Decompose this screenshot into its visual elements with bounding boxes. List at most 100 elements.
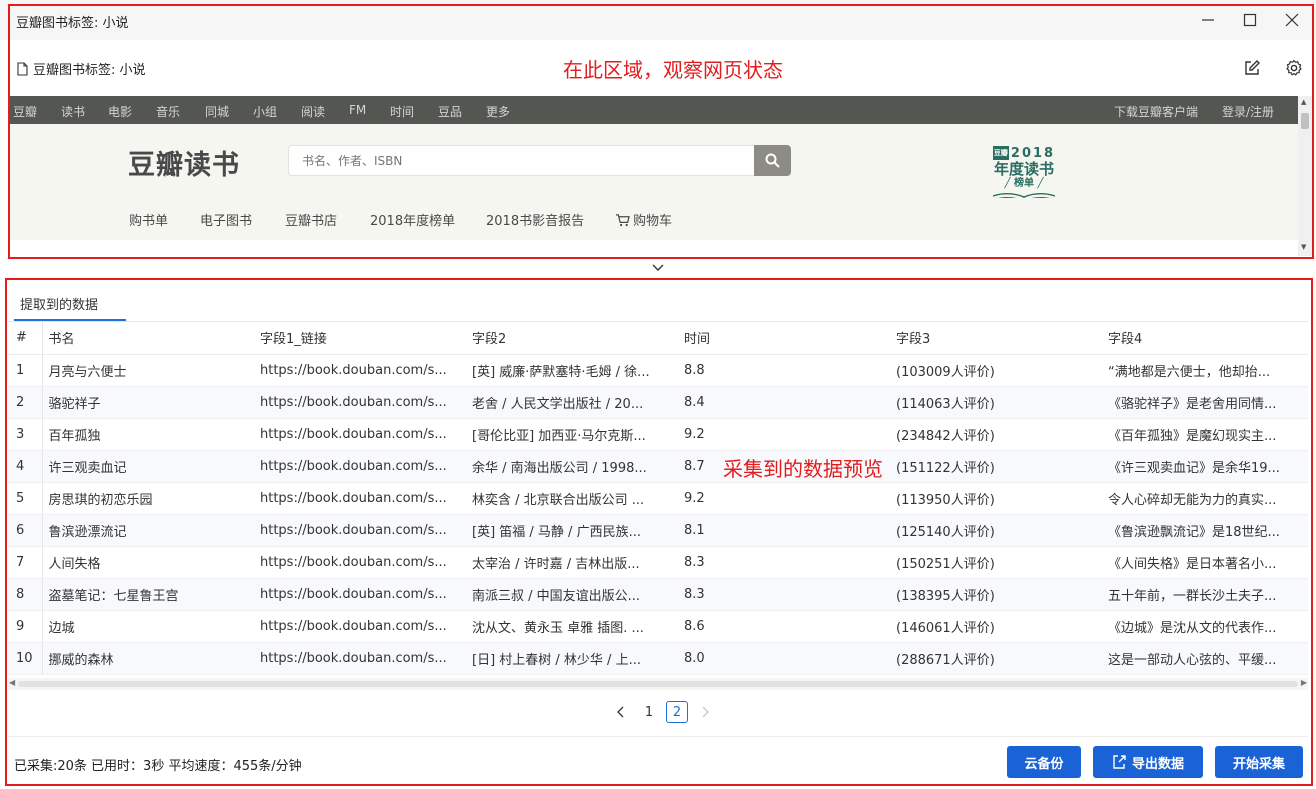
window-titlebar: 豆瓣图书标签: 小说 (0, 0, 1316, 40)
nav-link-time[interactable]: 时间 (390, 103, 414, 120)
cell-title: 房思琪的初恋乐园 (42, 482, 254, 515)
table-row[interactable]: 7 人间失格 https://book.douban.com/s... 太宰治 / 许… (8, 546, 1308, 579)
cell-link: https://book.douban.com/s... (254, 482, 466, 515)
cell-field3: (113950人评价) (890, 482, 1102, 515)
subnav-booklist[interactable]: 购书单 (129, 210, 168, 229)
maximize-button[interactable] (1235, 8, 1265, 32)
next-page-button[interactable] (694, 701, 716, 723)
column-header-field4[interactable]: 字段4 (1102, 322, 1308, 355)
subnav-2018-report[interactable]: 2018书影音报告 (486, 210, 584, 229)
cell-field3: (146061人评价) (890, 610, 1102, 643)
table-row[interactable]: 6 鲁滨逊漂流记 https://book.douban.com/s... [英] 笛… (8, 514, 1308, 547)
book-search-button[interactable] (754, 145, 791, 176)
export-data-button[interactable]: 导出数据 (1093, 746, 1203, 778)
cell-title: 鲁滨逊漂流记 (42, 514, 254, 547)
cell-field3: (114063人评价) (890, 386, 1102, 419)
cell-field4: 《骆驼祥子》是老舍用同情... (1102, 386, 1308, 419)
nav-link-group[interactable]: 小组 (253, 103, 277, 120)
column-header-title[interactable]: 书名 (42, 322, 254, 355)
cell-index: 2 (8, 386, 43, 419)
hscroll-thumb[interactable] (18, 681, 1298, 687)
pagination: 1 2 (610, 700, 716, 724)
cell-index: 6 (8, 514, 43, 547)
chevron-down-icon[interactable] (650, 262, 666, 274)
collection-status: 已采集:20条 已用时：3秒 平均速度：455条/分钟 (14, 759, 302, 774)
cell-title: 许三观卖血记 (42, 450, 254, 483)
nav-link-login[interactable]: 登录/注册 (1222, 103, 1274, 120)
start-collect-button[interactable]: 开始采集 (1215, 746, 1303, 778)
column-header-link[interactable]: 字段1_链接 (254, 322, 466, 355)
prev-page-button[interactable] (610, 701, 632, 723)
book-search-box (288, 145, 754, 176)
subnav-ebooks[interactable]: 电子图书 (200, 210, 252, 229)
douban-book-subnav: 购书单 电子图书 豆瓣书店 2018年度榜单 2018书影音报告 购物车 (8, 198, 1298, 240)
nav-link-douban[interactable]: 豆瓣 (13, 103, 37, 120)
nav-link-fm[interactable]: FM (349, 103, 366, 117)
page-button-1[interactable]: 1 (638, 701, 660, 723)
page-button-2[interactable]: 2 (666, 701, 688, 723)
cloud-backup-button[interactable]: 云备份 (1007, 746, 1081, 778)
table-horizontal-scrollbar[interactable]: ◀ ▶ (8, 678, 1308, 690)
subnav-cart[interactable]: 购物车 (615, 210, 672, 229)
cell-time: 8.4 (678, 386, 890, 419)
nav-link-music[interactable]: 音乐 (156, 103, 180, 120)
scroll-down-arrow[interactable]: ▼ (1301, 243, 1306, 251)
cell-title: 月亮与六便士 (42, 354, 254, 387)
nav-link-book[interactable]: 读书 (61, 103, 85, 120)
cell-field3: (150251人评价) (890, 546, 1102, 579)
table-row[interactable]: 10 挪威的森林 https://book.douban.com/s... [日] 村… (8, 642, 1308, 675)
search-icon (765, 153, 780, 168)
cell-time: 8.3 (678, 546, 890, 579)
cell-field3: (288671人评价) (890, 642, 1102, 675)
scroll-right-arrow[interactable]: ▶ (1301, 678, 1307, 687)
table-row[interactable]: 8 盗墓笔记：七星鲁王宫 https://book.douban.com/s... 南… (8, 578, 1308, 611)
settings-button[interactable] (1283, 57, 1305, 79)
book-search-input[interactable] (289, 146, 754, 175)
cell-field3: (151122人评价) (890, 450, 1102, 483)
douban-book-logo[interactable]: 豆瓣读书 (128, 143, 240, 182)
nav-link-goods[interactable]: 豆品 (438, 103, 462, 120)
subnav-2018-ranking[interactable]: 2018年度榜单 (370, 210, 455, 229)
cell-field3: (103009人评价) (890, 354, 1102, 387)
edit-button[interactable] (1241, 57, 1263, 79)
tab-extracted-data[interactable]: 提取到的数据 (12, 294, 106, 313)
table-row[interactable]: 4 许三观卖血记 https://book.douban.com/s... 余华 / … (8, 450, 1308, 483)
cell-time: 8.1 (678, 514, 890, 547)
cell-link: https://book.douban.com/s... (254, 514, 466, 547)
close-button[interactable] (1277, 8, 1307, 32)
close-icon (1285, 13, 1299, 27)
scroll-left-arrow[interactable]: ◀ (9, 678, 15, 687)
table-row[interactable]: 1 月亮与六便士 https://book.douban.com/s... [英] 威… (8, 354, 1308, 387)
cell-title: 百年孤独 (42, 418, 254, 451)
nav-link-download-app[interactable]: 下载豆瓣客户端 (1114, 103, 1198, 120)
window-title: 豆瓣图书标签: 小说 (16, 16, 129, 31)
nav-link-read[interactable]: 阅读 (301, 103, 325, 120)
douban-top-nav: 豆瓣 读书 电影 音乐 同城 小组 阅读 FM 时间 豆品 更多 下载豆瓣客户端… (8, 96, 1298, 124)
nav-link-movie[interactable]: 电影 (108, 103, 132, 120)
minimize-button[interactable] (1193, 8, 1223, 32)
column-header-field2[interactable]: 字段2 (466, 322, 678, 355)
table-row[interactable]: 5 房思琪的初恋乐园 https://book.douban.com/s... 林奕含… (8, 482, 1308, 515)
start-collect-label: 开始采集 (1232, 756, 1285, 772)
column-header-field3[interactable]: 字段3 (890, 322, 1102, 355)
table-row[interactable]: 2 骆驼祥子 https://book.douban.com/s... 老舍 / 人民… (8, 386, 1308, 419)
scroll-thumb[interactable] (1301, 113, 1309, 129)
footer-divider (8, 736, 1308, 737)
cell-title: 挪威的森林 (42, 642, 254, 675)
cell-link: https://book.douban.com/s... (254, 418, 466, 451)
cell-field4: 这是一部动人心弦的、平缓... (1102, 642, 1308, 675)
cell-time: 9.2 (678, 482, 890, 515)
cell-index: 8 (8, 578, 43, 611)
data-tabbar: 提取到的数据 (8, 282, 1308, 322)
nav-link-more[interactable]: 更多 (486, 103, 510, 120)
column-header-index[interactable]: # (8, 322, 43, 355)
nav-link-local[interactable]: 同城 (205, 103, 229, 120)
document-icon (17, 61, 28, 76)
scroll-up-arrow[interactable]: ▲ (1301, 98, 1306, 106)
table-row[interactable]: 9 边城 https://book.douban.com/s... 沈从文、黄永玉 卓… (8, 610, 1308, 643)
table-row[interactable]: 3 百年孤独 https://book.douban.com/s... [哥伦比亚] … (8, 418, 1308, 451)
subnav-bookstore[interactable]: 豆瓣书店 (285, 210, 337, 229)
cell-link: https://book.douban.com/s... (254, 610, 466, 643)
browser-vertical-scrollbar[interactable]: ▲ ▼ (1298, 96, 1312, 256)
column-header-time[interactable]: 时间 (678, 322, 890, 355)
